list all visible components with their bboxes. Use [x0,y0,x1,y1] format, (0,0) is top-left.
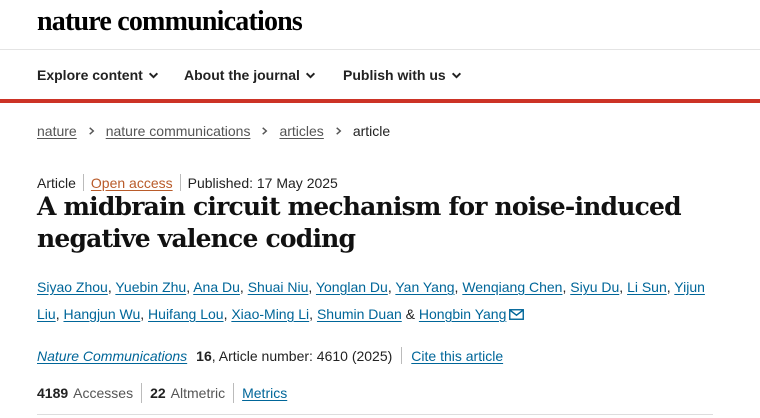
nav-label: Explore content [37,67,143,83]
site-logo[interactable]: nature communications [37,6,303,38]
metrics-divider [233,383,235,403]
author-link[interactable]: Shuai Niu [248,279,309,295]
envelope-icon[interactable] [509,309,525,320]
nav-publish-with-us[interactable]: Publish with us [343,67,462,83]
citation-divider [401,347,403,364]
author-link[interactable]: Hongbin Yang [419,306,506,322]
altmetric-label: Altmetric [170,385,226,401]
author-link[interactable]: Yuebin Zhu [115,279,186,295]
author-link[interactable]: Shumin Duan [317,306,402,322]
accesses-label: Accesses [73,385,134,401]
author-link[interactable]: Yan Yang [395,279,454,295]
chevron-down-icon [451,72,461,79]
metrics-divider [141,383,143,403]
author-link[interactable]: Li Sun [627,279,667,295]
article-title: A midbrain circuit mechanism for noise-i… [37,192,682,253]
author-link[interactable]: Huifang Lou [148,306,224,322]
author-list: Siyao Zhou, Yuebin Zhu, Ana Du, Shuai Ni… [37,279,705,322]
article-metrics: 4189 Accesses 22 Altmetric Metrics [37,383,287,403]
article-number: , Article number: 4610 (2025) [211,347,393,364]
chevron-right-icon [336,127,342,135]
meta-divider [82,174,84,191]
main-nav: Explore content About the journal Publis… [0,50,760,101]
nav-explore-content[interactable]: Explore content [37,67,159,83]
cite-this-article-link[interactable]: Cite this article [411,348,503,364]
author-link[interactable]: Siyu Du [570,279,619,295]
chevron-down-icon [305,72,315,79]
author-link[interactable]: Siyao Zhou [37,279,108,295]
nav-label: About the journal [184,67,300,83]
author-link[interactable]: Xiao-Ming Li [231,306,309,322]
breadcrumb-articles[interactable]: articles [279,123,323,139]
section-divider [37,414,713,415]
article-meta: Article Open access Published: 17 May 20… [37,174,338,191]
breadcrumb: nature nature communications articles ar… [37,123,390,139]
meta-divider [179,174,181,191]
nav-label: Publish with us [343,67,446,83]
accesses-count: 4189 [37,385,69,401]
author-link[interactable]: Wenqiang Chen [462,279,562,295]
breadcrumb-current: article [352,123,391,139]
published-date: Published: 17 May 2025 [187,174,338,191]
open-access-link[interactable]: Open access [91,175,173,191]
author-link[interactable]: Yonglan Du [316,279,388,295]
chevron-right-icon [262,127,268,135]
chevron-down-icon [148,72,158,79]
journal-link[interactable]: Nature Communications [37,348,187,364]
site-header: nature communications [0,0,760,50]
altmetric-score: 22 [150,385,166,401]
header-divider [0,99,760,103]
breadcrumb-nature-communications[interactable]: nature communications [106,123,251,139]
article-type: Article [37,174,76,191]
metrics-link[interactable]: Metrics [242,385,287,401]
chevron-right-icon [88,127,95,135]
author-link[interactable]: Ana Du [193,279,240,295]
author-link[interactable]: Hangjun Wu [63,306,140,322]
nav-about-journal[interactable]: About the journal [184,67,316,83]
citation-line: Nature Communications 16 , Article numbe… [37,347,503,364]
breadcrumb-nature[interactable]: nature [37,123,77,139]
volume-number: 16 [196,347,212,364]
